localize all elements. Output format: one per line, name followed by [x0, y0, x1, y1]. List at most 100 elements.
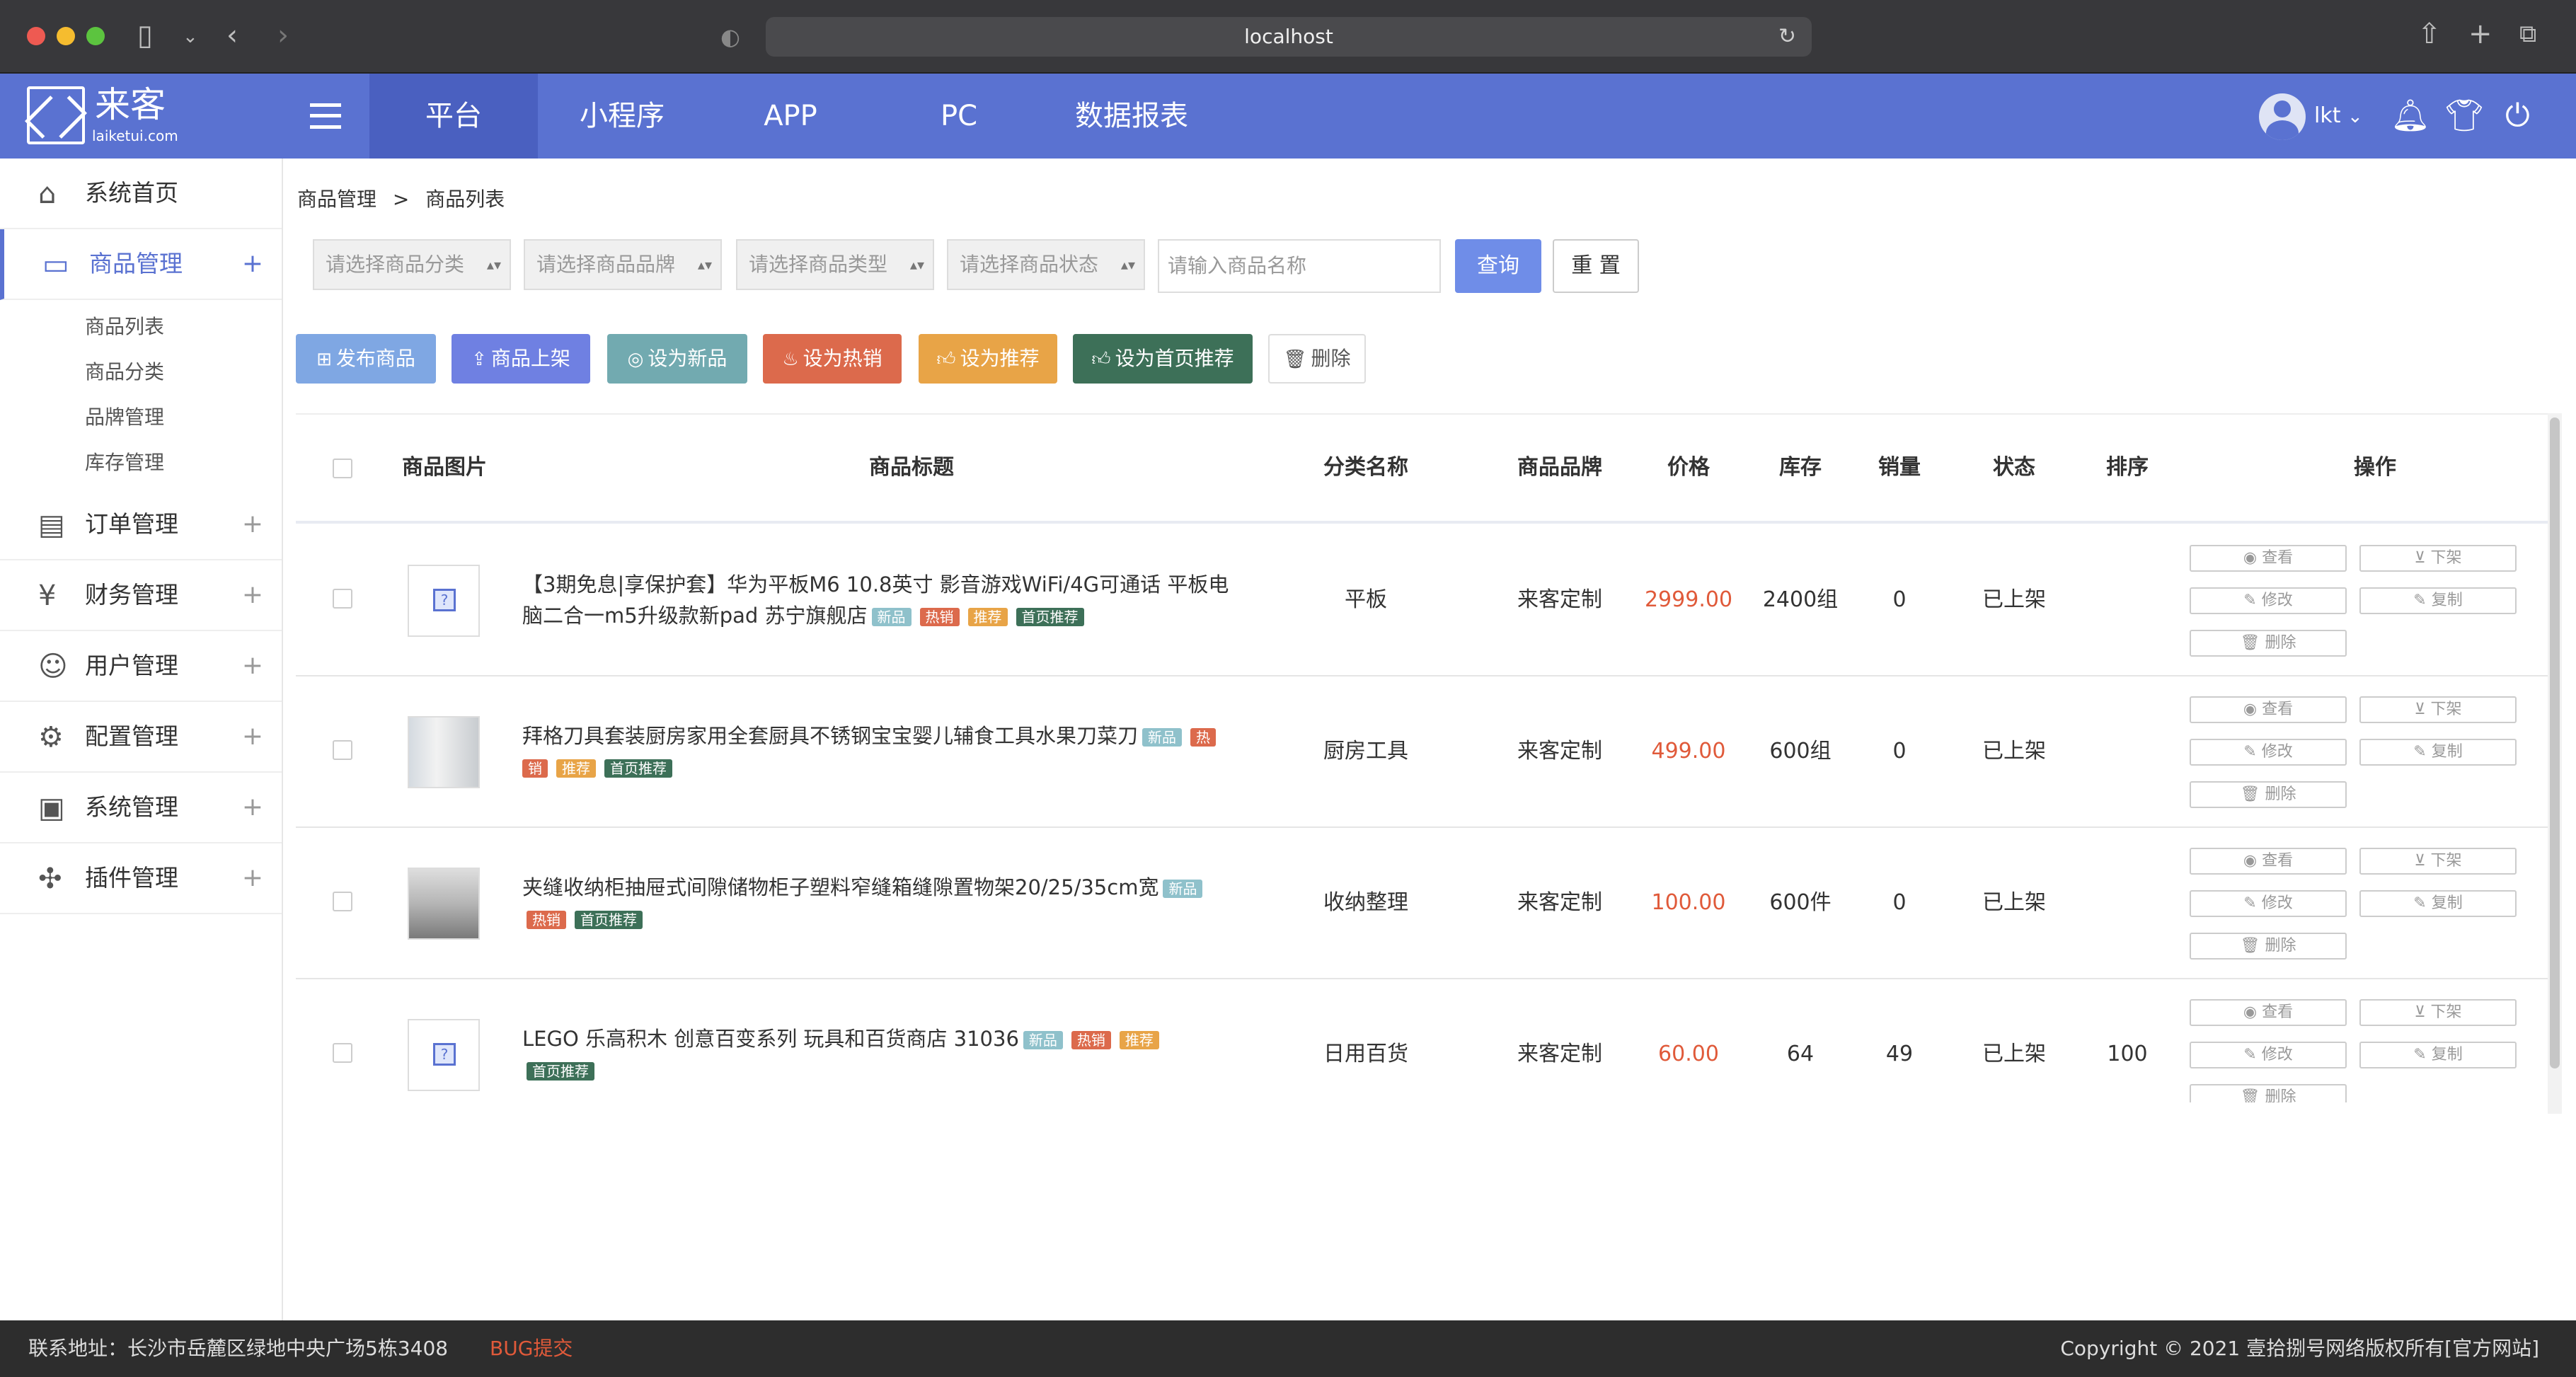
category-select[interactable]: 请选择商品分类 ▴▾: [313, 239, 511, 290]
select-all-checkbox[interactable]: [333, 459, 352, 478]
view-button[interactable]: ◉ 查看: [2190, 999, 2347, 1026]
view-button[interactable]: ◉ 查看: [2190, 545, 2347, 572]
product-title[interactable]: LEGO 乐高积木 创意百变系列 玩具和百货商店 31036 新品 热销 推荐 首页推…: [522, 1023, 1237, 1085]
nav-miniprogram[interactable]: 小程序: [538, 74, 706, 159]
shield-icon: ◐: [720, 23, 740, 50]
tag-new: 新品: [1142, 728, 1183, 747]
edit-button[interactable]: ✎ 修改: [2190, 587, 2347, 614]
col-image: 商品图片: [402, 455, 487, 480]
set-home-recommend-button[interactable]: 👍︎ 设为首页推荐: [1073, 334, 1253, 384]
close-window-button[interactable]: [27, 27, 45, 45]
maximize-window-button[interactable]: [86, 27, 105, 45]
delete-button[interactable]: 🗑︎ 删除: [1268, 334, 1366, 384]
brand-select[interactable]: 请选择商品品牌 ▴▾: [524, 239, 722, 290]
sidebar-toggle-icon[interactable]: ▯: [137, 21, 153, 50]
stock-cell: 600件: [1769, 890, 1832, 915]
new-tab-icon[interactable]: +: [2468, 20, 2492, 48]
product-name-input[interactable]: 请输入商品名称: [1158, 239, 1441, 293]
edit-button[interactable]: ✎ 修改: [2190, 739, 2347, 766]
type-select[interactable]: 请选择商品类型 ▴▾: [736, 239, 934, 290]
download-icon: ⊻: [2414, 701, 2431, 718]
sidebar-subitem-product-category[interactable]: 商品分类: [85, 357, 164, 385]
row-delete-button[interactable]: 🗑︎ 删除: [2190, 781, 2347, 808]
unlist-button[interactable]: ⊻ 下架: [2359, 545, 2517, 572]
unlist-button[interactable]: ⊻ 下架: [2359, 999, 2517, 1026]
tag-home-recommend: 首页推荐: [575, 911, 643, 929]
copy-button[interactable]: ✎ 复制: [2359, 890, 2517, 917]
shirt-icon[interactable]: 👕︎: [2444, 99, 2484, 133]
power-icon[interactable]: ⏻: [2505, 99, 2530, 133]
sidebar-subitem-product-list[interactable]: 商品列表: [85, 311, 164, 340]
back-icon[interactable]: ‹: [226, 21, 238, 50]
sidebar-item-config[interactable]: ⚙ 配置管理 +: [0, 702, 282, 773]
expand-icon: +: [241, 863, 263, 892]
row-checkbox[interactable]: [333, 892, 352, 911]
edit-button[interactable]: ✎ 修改: [2190, 1042, 2347, 1068]
copy-button[interactable]: ✎ 复制: [2359, 739, 2517, 766]
sidebar-item-plugins[interactable]: ✣ 插件管理 +: [0, 843, 282, 914]
copy-label: 复制: [2431, 1046, 2463, 1064]
set-hot-button[interactable]: ♨ 设为热销: [763, 334, 902, 384]
row-delete-button[interactable]: 🗑︎ 删除: [2190, 933, 2347, 960]
footer-copyright[interactable]: Copyright © 2021 壹拾捌号网络版权所有[官方网站]: [2060, 1320, 2539, 1377]
view-button[interactable]: ◉ 查看: [2190, 848, 2347, 875]
reload-icon[interactable]: ↻: [1778, 17, 1796, 57]
reset-button[interactable]: 重 置: [1553, 239, 1639, 293]
minimize-window-button[interactable]: [57, 27, 75, 45]
sidebar-item-home[interactable]: ⌂ 系统首页: [0, 159, 282, 229]
sidebar-item-products[interactable]: ▭ 商品管理 +: [0, 229, 282, 300]
product-title[interactable]: 拜格刀具套装厨房家用全套厨具不锈钢宝宝婴儿辅食工具水果刀菜刀 新品热 销推荐 首页推…: [522, 720, 1237, 783]
avatar[interactable]: [2259, 93, 2306, 140]
set-recommend-button[interactable]: 👍︎ 设为推荐: [919, 334, 1057, 384]
unlist-button[interactable]: ⊻ 下架: [2359, 696, 2517, 723]
row-delete-button[interactable]: 🗑︎ 删除: [2190, 630, 2347, 657]
sidebar-item-users[interactable]: ☺ 用户管理 +: [0, 631, 282, 702]
url-bar[interactable]: localhost ↻: [766, 17, 1812, 57]
brand-select-value: 请选择商品品牌: [536, 253, 676, 276]
query-button[interactable]: 查询: [1455, 239, 1541, 293]
sidebar-item-finance[interactable]: ¥ 财务管理 +: [0, 560, 282, 631]
status-select[interactable]: 请选择商品状态 ▴▾: [947, 239, 1145, 290]
row-checkbox[interactable]: [333, 740, 352, 760]
set-new-button[interactable]: ◎ 设为新品: [607, 334, 747, 384]
nav-app[interactable]: APP: [706, 74, 875, 159]
thumbs-up-icon: 👍︎: [936, 349, 956, 370]
chevron-down-icon[interactable]: ⌄: [183, 23, 198, 51]
view-button[interactable]: ◉ 查看: [2190, 696, 2347, 723]
menu-toggle-icon[interactable]: [310, 103, 341, 129]
edit-button[interactable]: ✎ 修改: [2190, 890, 2347, 917]
delete-label: 删除: [2265, 937, 2296, 955]
stock-cell: 600组: [1769, 739, 1832, 764]
sidebar-item-orders[interactable]: ▤ 订单管理 +: [0, 490, 282, 560]
category-cell: 日用百货: [1323, 1042, 1408, 1066]
sidebar-subitem-inventory[interactable]: 库存管理: [85, 447, 164, 476]
row-checkbox[interactable]: [333, 589, 352, 609]
tag-new: 新品: [1163, 880, 1203, 898]
breadcrumb-parent[interactable]: 商品管理: [297, 188, 376, 211]
user-menu[interactable]: lkt ⌄: [2314, 74, 2363, 159]
row-delete-button[interactable]: 🗑︎ 删除: [2190, 1084, 2347, 1102]
bug-report-link[interactable]: BUG提交: [490, 1320, 573, 1377]
bell-icon[interactable]: 🔔︎: [2391, 99, 2430, 133]
unlist-button[interactable]: ⊻ 下架: [2359, 848, 2517, 875]
copy-button[interactable]: ✎ 复制: [2359, 1042, 2517, 1068]
forward-icon[interactable]: ›: [277, 21, 289, 50]
image-placeholder-icon: ?: [433, 589, 456, 611]
product-title[interactable]: 夹缝收纳柜抽屉式间隙储物柜子塑料窄缝箱缝隙置物架20/25/35cm宽 新品 热销…: [522, 872, 1237, 934]
nav-pc[interactable]: PC: [875, 74, 1043, 159]
nav-reports[interactable]: 数据报表: [1043, 74, 1220, 159]
list-product-button[interactable]: ⇪ 商品上架: [452, 334, 590, 384]
table-scrollbar-thumb[interactable]: [2550, 417, 2560, 1068]
tabs-overview-icon[interactable]: ⧉: [2519, 20, 2536, 48]
publish-product-button[interactable]: ⊞ 发布商品: [296, 334, 436, 384]
sidebar-subitem-brand[interactable]: 品牌管理: [85, 402, 164, 430]
set-home-recommend-label: 设为首页推荐: [1115, 347, 1234, 370]
nav-platform[interactable]: 平台: [369, 74, 538, 159]
edit-icon: ✎: [2243, 743, 2262, 761]
copy-button[interactable]: ✎ 复制: [2359, 587, 2517, 614]
sidebar-item-system[interactable]: ▣ 系统管理 +: [0, 773, 282, 843]
row-checkbox[interactable]: [333, 1043, 352, 1063]
product-title[interactable]: 【3期免息|享保护套】华为平板M6 10.8英寸 影音游戏WiFi/4G可通话 …: [522, 569, 1237, 631]
brand-cell: 来客定制: [1517, 1042, 1602, 1066]
share-icon[interactable]: ⇧: [2417, 20, 2442, 48]
